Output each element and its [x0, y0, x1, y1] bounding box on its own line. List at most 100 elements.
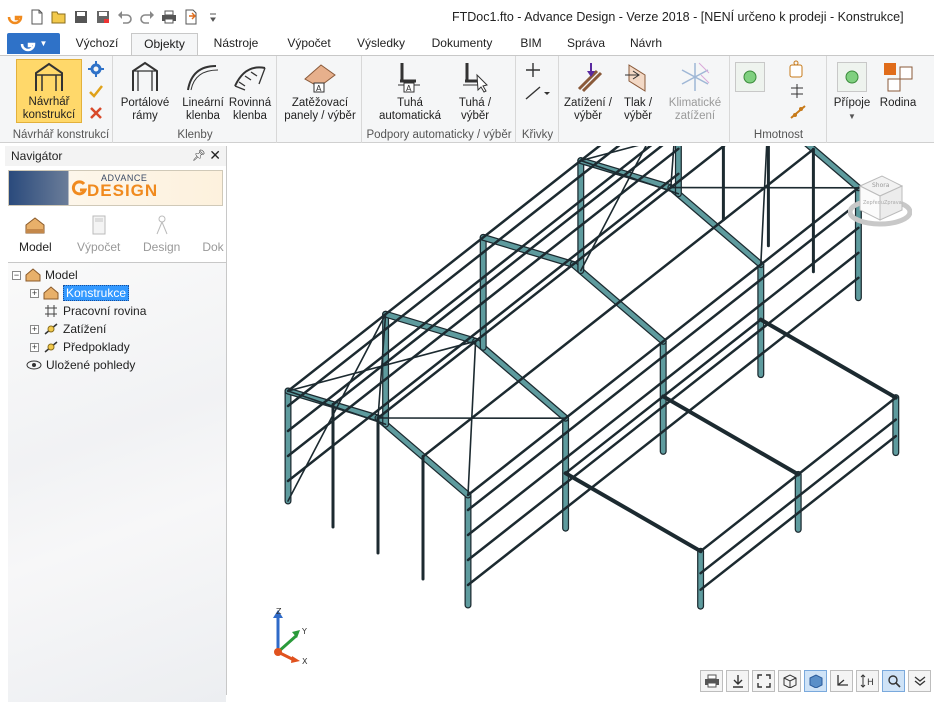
tab-sprava[interactable]: Správa: [561, 33, 611, 55]
group-krivky: Křivky: [517, 56, 559, 143]
cube-top-label: Shora: [872, 182, 890, 189]
model-viewport[interactable]: Shora Zepředu Zprava Z Y X: [228, 146, 934, 695]
mass-point-icon[interactable]: [789, 83, 805, 102]
save-icon[interactable]: [72, 8, 90, 26]
shaded-view-icon[interactable]: [804, 670, 827, 692]
tuha-automaticka-button[interactable]: A Tuhá automatická: [375, 59, 445, 123]
tab-vysledky[interactable]: Výsledky: [350, 33, 412, 55]
app-icon[interactable]: [6, 8, 24, 26]
load-node-icon: [43, 321, 59, 337]
linearni-klenba-button[interactable]: Lineární klenba: [180, 59, 226, 123]
new-icon[interactable]: [28, 8, 46, 26]
undo-icon[interactable]: [116, 8, 134, 26]
rigid-support-auto-icon: A: [392, 59, 428, 95]
tab-vychozi[interactable]: Výchozí: [68, 33, 126, 55]
settings-gear-icon[interactable]: [88, 61, 104, 80]
line-icon[interactable]: [525, 85, 551, 104]
nav-tab-dok[interactable]: Dok: [201, 214, 225, 254]
tab-dokumenty[interactable]: Dokumenty: [426, 33, 498, 55]
svg-text:H: H: [867, 678, 874, 688]
close-icon[interactable]: ✕: [209, 147, 221, 164]
green-status-icon[interactable]: [735, 62, 765, 92]
rail-right-0[interactable]: [468, 278, 858, 585]
point-icon[interactable]: [525, 62, 541, 81]
nav-tab-model[interactable]: Model: [19, 214, 52, 254]
open-icon[interactable]: [50, 8, 68, 26]
tree-node-predpoklady[interactable]: + Předpoklady: [30, 338, 130, 356]
rovinna-klenba-button[interactable]: Rovinná klenba: [226, 59, 274, 123]
check-icon[interactable]: [88, 83, 104, 102]
zatizeni-vyber-button[interactable]: Zatížení / výběr: [564, 59, 612, 123]
tree-node-model[interactable]: − Model: [12, 266, 78, 284]
annex-rail-1[interactable]: [701, 420, 896, 574]
save-view-icon[interactable]: [726, 670, 749, 692]
frame-designer-icon: [31, 60, 67, 94]
rodina-button[interactable]: Rodina: [876, 59, 920, 110]
nav-tab-design[interactable]: Design: [143, 214, 180, 254]
zoom-window-icon[interactable]: [882, 670, 905, 692]
navrhar-konstrukci-button[interactable]: Návrhář konstrukcí: [16, 59, 82, 123]
export-icon[interactable]: [182, 8, 200, 26]
ribbon-tabs: ▼ Výchozí Objekty Nástroje Výpočet Výsle…: [0, 33, 934, 55]
annex-rail-2[interactable]: [701, 436, 896, 590]
expand-icon[interactable]: +: [30, 343, 39, 352]
tree-node-ulozene-pohledy[interactable]: Uložené pohledy: [26, 356, 135, 374]
navigator-header: Navigátor 📌︎ ✕: [5, 146, 226, 166]
tree-node-konstrukce[interactable]: + Konstrukce: [30, 284, 129, 302]
calculation-icon: [87, 214, 111, 236]
tree-node-zatizeni[interactable]: + Zatížení: [30, 320, 106, 338]
tab-navrh[interactable]: Návrh: [622, 33, 670, 55]
group-label: Křivky: [517, 129, 558, 141]
tab-bim[interactable]: BIM: [512, 33, 550, 55]
annex-beam-2[interactable]: [761, 320, 896, 398]
expand-icon[interactable]: +: [30, 289, 39, 298]
annex-beam-0[interactable]: [566, 473, 701, 551]
tuha-vyber-button[interactable]: Tuhá / výběr: [455, 59, 495, 123]
delete-icon[interactable]: [88, 105, 104, 124]
rail-left-0[interactable]: [288, 174, 678, 481]
axes-view-icon[interactable]: [830, 670, 853, 692]
nav-tab-vypocet[interactable]: Výpočet: [77, 214, 120, 254]
klimaticke-zatizeni-button[interactable]: Klimatické zatížení: [664, 59, 726, 123]
pin-icon[interactable]: 📌︎: [192, 149, 206, 162]
view-toolbar: H: [700, 670, 931, 692]
model-icon: [23, 214, 47, 236]
zatezovaci-panely-button[interactable]: A Zatěžovací panely / výběr: [282, 59, 358, 123]
purlin-2[interactable]: [378, 146, 768, 418]
print-view-icon[interactable]: [700, 670, 723, 692]
tab-vypocet[interactable]: Výpočet: [278, 33, 340, 55]
print-icon[interactable]: [160, 8, 178, 26]
portalove-ramy-button[interactable]: Portálové rámy: [118, 59, 172, 123]
view-cube[interactable]: Shora Zepředu Zprava: [848, 170, 912, 232]
mass-icon[interactable]: [789, 60, 803, 81]
work-plane-icon: [43, 303, 59, 319]
window-title: FTDoc1.fto - Advance Design - Verze 2018…: [452, 10, 904, 24]
annex-beam-1[interactable]: [663, 396, 798, 474]
expand-toolbar-icon[interactable]: [908, 670, 931, 692]
plane-vault-icon: [232, 59, 268, 95]
ad-logo-icon: [71, 179, 87, 200]
model-node-icon: [25, 267, 41, 283]
model-tree: − Model + Konstrukce Pracovní rovina + Z…: [8, 262, 226, 702]
tree-node-pracovni-rovina[interactable]: Pracovní rovina: [43, 302, 146, 320]
zoom-extents-icon[interactable]: [752, 670, 775, 692]
file-menu-button[interactable]: ▼: [7, 33, 60, 54]
save-as-icon[interactable]: [94, 8, 112, 26]
customize-icon[interactable]: [204, 8, 222, 26]
structure-node-icon: [43, 285, 59, 301]
group-hmotnost: Hmotnost: [731, 56, 827, 143]
ribbon: Návrhář konstrukcí Návrhář konstrukcí Po…: [0, 55, 934, 143]
redo-icon[interactable]: [138, 8, 156, 26]
tab-nastroje[interactable]: Nástroje: [205, 33, 267, 55]
pripoje-button[interactable]: Přípoje ▼: [830, 59, 874, 123]
expand-icon[interactable]: +: [30, 325, 39, 334]
view-3d-icon[interactable]: [778, 670, 801, 692]
collapse-icon[interactable]: −: [12, 271, 21, 280]
height-view-icon[interactable]: H: [856, 670, 879, 692]
tab-objekty[interactable]: Objekty: [131, 33, 198, 55]
title-bar: FTDoc1.fto - Advance Design - Verze 2018…: [0, 0, 934, 33]
axis-x-label: X: [302, 657, 308, 666]
tlak-vyber-button[interactable]: Tlak / výběr: [616, 59, 660, 123]
mass-line-icon[interactable]: [789, 104, 807, 123]
steel-hall-model[interactable]: [228, 146, 934, 695]
